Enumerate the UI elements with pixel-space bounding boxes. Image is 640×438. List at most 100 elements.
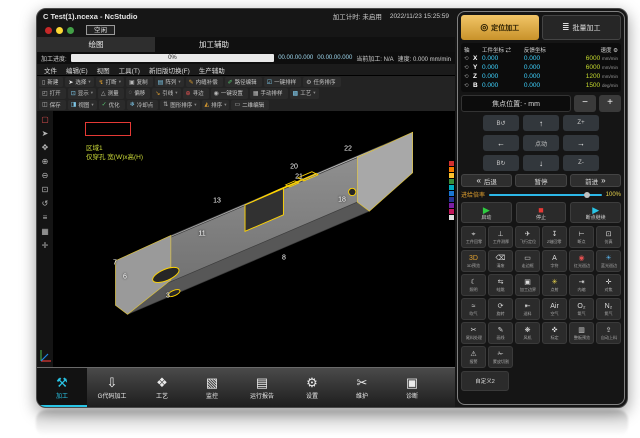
tab-batch-machining[interactable]: ≣ 批量加工: [542, 15, 622, 40]
function-button[interactable]: ☀ 蓝光巡边: [596, 250, 621, 272]
backward-button[interactable]: « 后退: [461, 174, 512, 187]
menu-item[interactable]: 视图: [97, 65, 110, 75]
palette-swatch[interactable]: [449, 215, 454, 220]
jog-x-plus-button[interactable]: →: [563, 135, 599, 151]
drawing-tool-icon[interactable]: ≡: [40, 212, 51, 223]
feed-override-slider[interactable]: [489, 194, 602, 196]
focus-minus-button[interactable]: −: [574, 95, 596, 112]
jog-z-plus-button[interactable]: Z+: [563, 115, 599, 131]
toolbar-button[interactable]: ◨ 视图 ▾: [68, 100, 97, 110]
function-button[interactable]: ⊡ 仿真: [596, 226, 621, 248]
toolbar-button[interactable]: ◫ 保存: [39, 100, 66, 110]
function-button[interactable]: ⌫ 清废: [488, 250, 513, 272]
pause-button[interactable]: 暂停: [515, 174, 566, 187]
function-button[interactable]: ≈ 吹气: [461, 298, 486, 320]
jog-b-cw-button[interactable]: B↻: [483, 155, 519, 171]
function-button[interactable]: ▭ 走边框: [515, 250, 540, 272]
toolbar-button[interactable]: ▣ 复制: [126, 77, 153, 87]
toolbar-button[interactable]: ⊕ 寻边: [183, 88, 209, 98]
jog-mode-button[interactable]: 点动: [523, 135, 559, 151]
toolbar-button[interactable]: ◌ 偏移: [126, 88, 151, 98]
axis-clear-icon[interactable]: ⟲: [464, 65, 473, 71]
palette-swatch[interactable]: [449, 173, 454, 178]
tab-positioning-machining[interactable]: ◎ 定位加工: [461, 15, 539, 40]
forward-button[interactable]: 前进 »: [570, 174, 621, 187]
run-control-button[interactable]: ▶ 断点继续: [570, 202, 621, 223]
taskbar-item[interactable]: ▣ 诊断: [387, 368, 437, 407]
run-control-button[interactable]: ▶ 启动: [461, 202, 512, 223]
toolbar-button[interactable]: ☑ 一键排样: [264, 77, 301, 87]
axis-clear-icon[interactable]: ⟲: [464, 56, 473, 62]
function-button[interactable]: ✜ 标定: [542, 322, 567, 344]
function-button[interactable]: ✂ 尾料处理: [461, 322, 486, 344]
function-button[interactable]: ▣ 加工边界: [515, 274, 540, 296]
focus-position-field[interactable]: 焦点位置: - mm: [461, 95, 571, 112]
function-button[interactable]: O₂ 氧气: [569, 298, 594, 320]
toolbar-button[interactable]: ❄ 冷却点: [127, 100, 159, 110]
function-button[interactable]: ⇪ 自动上料: [596, 322, 621, 344]
toolbar-button[interactable]: ↘ 引线 ▾: [152, 88, 180, 98]
palette-swatch[interactable]: [449, 167, 454, 172]
function-button[interactable]: ✳ 点射: [542, 274, 567, 296]
tab-machining-assist[interactable]: 加工辅助: [155, 37, 273, 52]
drawing-tool-icon[interactable]: ✥: [40, 142, 51, 153]
function-button[interactable]: ⇆ 蛙跳: [488, 274, 513, 296]
function-button[interactable]: ⟳ 旋转: [488, 298, 513, 320]
function-button[interactable]: ✁ 蒙皮切割: [488, 346, 513, 368]
toolbar-button[interactable]: ▯ 新建: [39, 77, 63, 87]
taskbar-item[interactable]: ❖ 工艺: [137, 368, 187, 407]
function-button[interactable]: ☾ 照明: [461, 274, 486, 296]
palette-swatch[interactable]: [449, 203, 454, 208]
toolbar-button[interactable]: ⇅ 图形排序 ▾: [160, 100, 199, 110]
toolbar-button[interactable]: ➤ 选择 ▾: [65, 77, 93, 87]
function-button[interactable]: ↧ Z轴回零: [542, 226, 567, 248]
run-control-button[interactable]: ■ 停止: [516, 202, 567, 223]
toolbar-button[interactable]: ▤ 阵列 ▾: [155, 77, 184, 87]
palette-swatch[interactable]: [449, 191, 454, 196]
taskbar-item[interactable]: ⚙ 设置: [287, 368, 337, 407]
function-button[interactable]: ⇥ 内缩: [569, 274, 594, 296]
function-button[interactable]: ⇤ 送料: [515, 298, 540, 320]
palette-swatch[interactable]: [449, 197, 454, 202]
toolbar-button[interactable]: ⊡ 显示 ▾: [68, 88, 96, 98]
custom-2-button[interactable]: 自定义2: [461, 371, 509, 391]
function-button[interactable]: ⚠ 报警: [461, 346, 486, 368]
drawing-tool-icon[interactable]: ▢: [40, 114, 51, 125]
menu-item[interactable]: 文件: [44, 65, 57, 75]
taskbar-item[interactable]: ▧ 监控: [187, 368, 237, 407]
drawing-tool-icon[interactable]: ⊕: [40, 156, 51, 167]
toolbar-button[interactable]: ◭ 排序 ▾: [202, 100, 230, 110]
function-button[interactable]: ⊥ 工件测厚: [488, 226, 513, 248]
function-button[interactable]: ⊢ 断点: [569, 226, 594, 248]
toolbar-button[interactable]: ⚙ 任务排序: [303, 77, 340, 87]
taskbar-item[interactable]: ⇩ G代码加工: [87, 368, 137, 407]
menu-item[interactable]: 新旧版切换(F): [149, 65, 190, 75]
function-button[interactable]: ◉ 红光巡边: [569, 250, 594, 272]
toolbar-button[interactable]: ▩ 工艺 ▾: [290, 88, 319, 98]
3d-viewport[interactable]: 区域1 仅穿孔 宽(W)x高(H) 2220211318118763: [53, 111, 455, 367]
toolbar-button[interactable]: ◉ 一键设置: [211, 88, 248, 98]
function-button[interactable]: ✈ 飞行定位: [515, 226, 540, 248]
drawing-tool-icon[interactable]: ➤: [40, 128, 51, 139]
toolbar-button[interactable]: ◰ 打开: [39, 88, 66, 98]
drawing-tool-icon[interactable]: ▦: [40, 226, 51, 237]
menu-item[interactable]: 工具(T): [119, 65, 140, 75]
drawing-tool-icon[interactable]: ⊖: [40, 170, 51, 181]
function-button[interactable]: N₂ 氮气: [596, 298, 621, 320]
palette-swatch[interactable]: [449, 161, 454, 166]
toolbar-button[interactable]: ▭ 二维编辑: [231, 100, 269, 110]
function-button[interactable]: ❋ 风机: [515, 322, 540, 344]
taskbar-item[interactable]: ⚒ 加工: [37, 368, 87, 407]
toolbar-button[interactable]: ▦ 手动排样: [250, 88, 288, 98]
function-button[interactable]: ✎ 画线: [488, 322, 513, 344]
drawing-tool-icon[interactable]: ✛: [40, 240, 51, 251]
axis-clear-icon[interactable]: ⟲: [464, 74, 473, 80]
taskbar-item[interactable]: ✂ 维护: [337, 368, 387, 407]
toolbar-button[interactable]: ✎ 内缝补偿: [186, 77, 223, 87]
function-button[interactable]: A 字符: [542, 250, 567, 272]
function-button[interactable]: 3D 3D预览: [461, 250, 486, 272]
axis-clear-icon[interactable]: ⟲: [464, 83, 473, 89]
drawing-tool-icon[interactable]: ↺: [40, 198, 51, 209]
drawing-tool-icon[interactable]: ⊡: [40, 184, 51, 195]
toolbar-button[interactable]: △ 测量: [98, 88, 124, 98]
